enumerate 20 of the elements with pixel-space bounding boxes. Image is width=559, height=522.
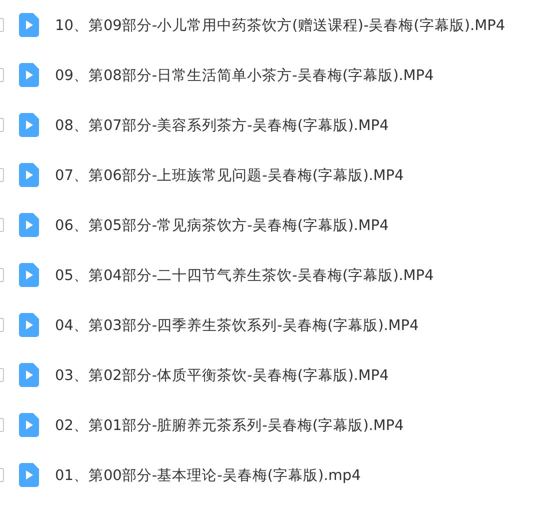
file-name[interactable]: 07、第06部分-上班族常见问题-吴春梅(字幕版).MP4 xyxy=(55,166,404,184)
file-name[interactable]: 06、第05部分-常见病茶饮方-吴春梅(字幕版).MP4 xyxy=(55,216,389,234)
video-file-icon xyxy=(19,263,39,287)
video-file-icon xyxy=(19,463,39,487)
file-name[interactable]: 02、第01部分-脏腑养元茶系列-吴春梅(字幕版).MP4 xyxy=(55,416,404,434)
video-file-icon xyxy=(19,113,39,137)
file-name[interactable]: 05、第04部分-二十四节气养生茶饮-吴春梅(字幕版).MP4 xyxy=(55,266,434,284)
video-file-icon xyxy=(19,63,39,87)
file-name[interactable]: 01、第00部分-基本理论-吴春梅(字幕版).mp4 xyxy=(55,466,361,484)
file-name[interactable]: 09、第08部分-日常生活简单小茶方-吴春梅(字幕版).MP4 xyxy=(55,66,434,84)
file-name[interactable]: 10、第09部分-小儿常用中药茶饮方(赠送课程)-吴春梅(字幕版).MP4 xyxy=(55,16,506,34)
file-name[interactable]: 04、第03部分-四季养生茶饮系列-吴春梅(字幕版).MP4 xyxy=(55,316,419,334)
video-file-icon xyxy=(19,13,39,37)
video-file-icon xyxy=(19,163,39,187)
file-name[interactable]: 08、第07部分-美容系列茶方-吴春梅(字幕版).MP4 xyxy=(55,116,389,134)
video-file-icon xyxy=(19,313,39,337)
video-file-icon xyxy=(19,213,39,237)
video-file-icon xyxy=(19,413,39,437)
file-name[interactable]: 03、第02部分-体质平衡茶饮-吴春梅(字幕版).MP4 xyxy=(55,366,389,384)
video-file-icon xyxy=(19,363,39,387)
